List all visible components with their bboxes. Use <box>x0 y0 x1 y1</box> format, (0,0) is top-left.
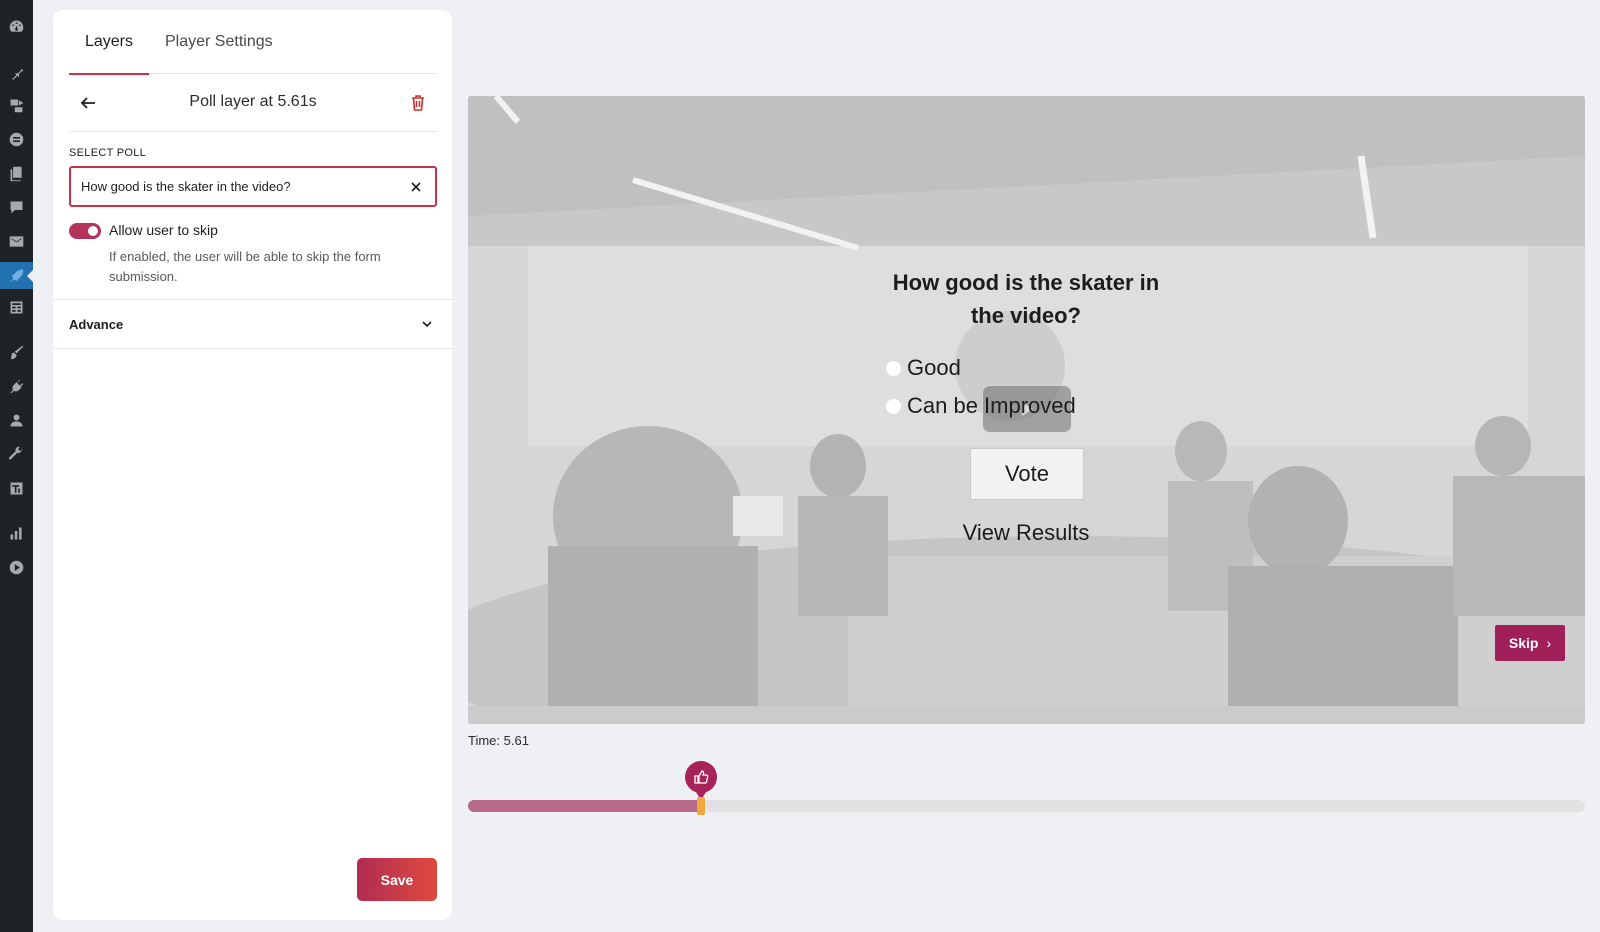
allow-skip-toggle[interactable] <box>69 223 101 239</box>
panel-tabs: Layers Player Settings <box>69 10 437 75</box>
poll-select-value: How good is the skater in the video? <box>81 179 291 194</box>
dashboard-icon[interactable] <box>6 16 27 37</box>
poll-option-label: Good <box>907 355 961 380</box>
video-timeline[interactable] <box>468 761 1585 815</box>
media-icon[interactable] <box>6 95 27 116</box>
users-icon[interactable] <box>6 410 27 431</box>
skip-label: Skip <box>1508 635 1539 651</box>
timeline-progress <box>468 800 701 812</box>
poll-option-can-be-improved[interactable]: Can be Improved <box>886 393 1076 419</box>
allow-skip-label: Allow user to skip <box>109 222 218 238</box>
advance-label: Advance <box>69 317 124 332</box>
wp-admin-sidebar <box>0 0 34 932</box>
active-menu-arrow <box>27 269 34 283</box>
vote-button[interactable]: Vote <box>970 448 1084 500</box>
save-button[interactable]: Save <box>357 858 437 901</box>
comments-icon[interactable] <box>6 197 27 218</box>
rocket-icon[interactable] <box>6 265 27 286</box>
poll-option-label: Can be Improved <box>907 393 1076 418</box>
radio-button[interactable] <box>886 360 901 376</box>
forms-icon[interactable] <box>6 297 27 318</box>
toggle-knob <box>88 226 98 236</box>
thumbs-up-icon <box>694 770 709 784</box>
layer-header: Poll layer at 5.61s <box>69 74 437 132</box>
skip-button[interactable]: Skip › <box>1495 625 1565 661</box>
chevron-right-icon: › <box>1546 635 1552 651</box>
settings-icon[interactable] <box>6 478 27 499</box>
video-preview[interactable]: How good is the skater in the video? Goo… <box>468 96 1585 724</box>
widgets-icon[interactable] <box>6 129 27 150</box>
timeline-playhead[interactable] <box>697 797 705 815</box>
clear-icon[interactable] <box>407 178 425 196</box>
poll-option-good[interactable]: Good <box>886 355 961 381</box>
tab-player-settings[interactable]: Player Settings <box>165 10 273 74</box>
poll-layer: How good is the skater in the video? Goo… <box>468 96 1585 724</box>
tools-icon[interactable] <box>6 444 27 465</box>
time-readout: Time: 5.61 <box>468 733 529 748</box>
poll-question: How good is the skater in the video? <box>892 270 1160 328</box>
poll-select[interactable]: How good is the skater in the video? <box>69 166 437 207</box>
play-icon[interactable] <box>6 557 27 578</box>
plugins-icon[interactable] <box>6 376 27 397</box>
advance-section[interactable]: Advance <box>53 299 452 349</box>
view-results-link[interactable]: View Results <box>876 520 1176 546</box>
analytics-icon[interactable] <box>6 523 27 544</box>
select-poll-label: Select Poll <box>69 147 147 159</box>
poll-layer-marker[interactable] <box>685 761 717 800</box>
layer-editor-panel: Layers Player Settings Poll layer at 5.6… <box>53 10 452 920</box>
radio-button[interactable] <box>886 398 901 414</box>
brush-icon[interactable] <box>6 342 27 363</box>
pages-icon[interactable] <box>6 163 27 184</box>
pin-icon[interactable] <box>6 61 27 82</box>
chevron-down-icon <box>422 321 432 328</box>
trash-icon[interactable] <box>407 92 429 114</box>
tab-layers[interactable]: Layers <box>69 10 149 75</box>
layer-title: Poll layer at 5.61s <box>189 93 317 110</box>
allow-skip-help: If enabled, the user will be able to ski… <box>109 249 381 284</box>
mail-icon[interactable] <box>6 231 27 252</box>
